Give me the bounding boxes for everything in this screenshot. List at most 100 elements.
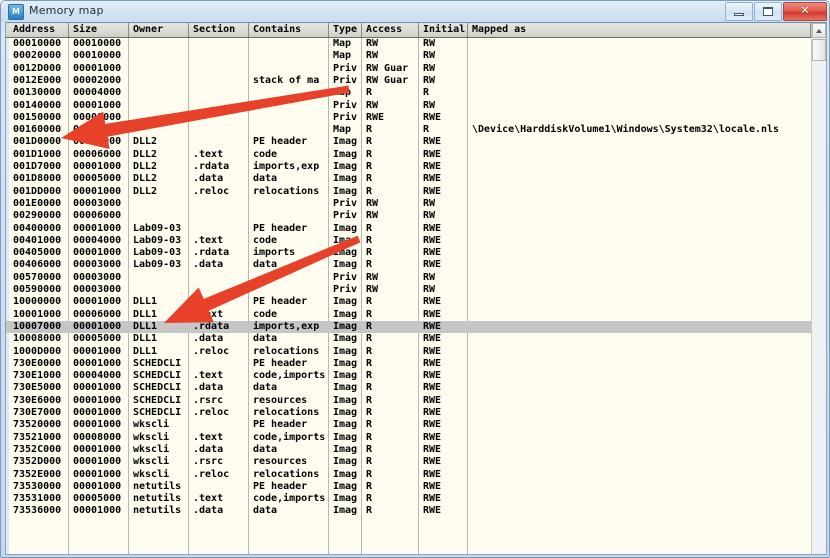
table-row[interactable]: 73531000 00005000 netutils .text code,import… [6,493,826,505]
table-row[interactable]: 00290000 00006000 Priv RW RW [6,210,826,222]
title-bar[interactable]: M Memory map ✕ [1,1,829,22]
cell-mapped [468,112,811,124]
cell-address: 0012E000 [13,74,62,86]
cell-mapped [468,358,811,370]
cell-size: 00001000 [73,357,122,369]
table-row[interactable]: 73520000 00001000 wkscli PE header Imag R RWE [6,419,826,431]
cell-access: RW [366,197,379,209]
table-row[interactable]: 0012D000 00001000 Priv RW Guar RW [6,63,826,75]
cell-owner [129,112,189,124]
cell-access: R [366,333,373,345]
table-row[interactable]: 00400000 00001000 Lab09-03 PE header Imag R RW… [6,223,826,235]
cell-contains: PE header [253,136,308,148]
table-row[interactable]: 00570000 00003000 Priv RW RW [6,272,826,284]
table-header-row[interactable]: Address Size Owner Section Contains Type Acces… [6,23,826,38]
cell-mapped [468,223,811,235]
table-row[interactable]: 730E7000 00001000 SCHEDCLI .reloc relocation… [6,407,826,419]
table-row[interactable]: 00160000 00001000 Map R R \Device\HarddiskVol… [6,124,826,136]
cell-section [189,272,249,284]
table-row[interactable]: 10001000 00006000 DLL1 .text code Imag R RWE [6,309,826,321]
cell-initial: RWE [423,394,442,406]
table-row[interactable]: 00590000 00003000 Priv RW RW [6,284,826,296]
vertical-scrollbar[interactable] [811,23,826,554]
cell-address: 00400000 [13,222,62,234]
cell-size: 00006000 [73,308,122,320]
table-row[interactable]: 73536000 00001000 netutils .data data Imag R RW… [6,505,826,517]
cell-initial: RW [423,62,436,74]
table-row[interactable]: 00150000 00001000 Priv RWE RWE [6,112,826,124]
close-button[interactable]: ✕ [783,2,827,21]
table-row[interactable]: 730E0000 00001000 SCHEDCLI PE header Imag R RW… [6,358,826,370]
cell-contains: imports,exp [253,161,320,172]
cell-contains: data [253,259,278,271]
table-row[interactable]: 10008000 00005000 DLL1 .data data Imag R RWE [6,333,826,345]
table-row[interactable]: 73530000 00001000 netutils PE header Imag R RW… [6,481,826,493]
cell-address: 730E7000 [13,407,62,418]
table-row[interactable]: 730E6000 00001000 SCHEDCLI .rsrc resources Im… [6,395,826,407]
cell-access: R [366,382,373,394]
cell-size: 00004000 [73,234,122,246]
table-row[interactable]: 00405000 00001000 Lab09-03 .rdata imports Ima… [6,247,826,259]
cell-size: 00001000 [73,505,122,517]
cell-size: 00001000 [73,345,122,357]
memory-map-table[interactable]: Address Size Owner Section Contains Type Acces… [6,23,826,554]
cell-contains: stack of ma [253,74,320,86]
cell-access: R [366,505,373,517]
cell-type: Imag [333,357,358,369]
table-row[interactable]: 001D7000 00001000 DLL2 .rdata imports,exp Ima… [6,161,826,173]
column-header-initial[interactable]: Initial [419,23,468,37]
cell-initial: RWE [423,333,442,345]
table-row[interactable]: 001DD000 00001000 DLL2 .reloc relocations Ima… [6,186,826,198]
table-row[interactable]: 00130000 00004000 Map R R [6,87,826,99]
cell-type: Imag [333,320,358,332]
cell-access: R [366,136,373,148]
scroll-thumb[interactable] [812,39,826,61]
table-row[interactable]: 7352D000 00001000 wkscli .rsrc resources Imag… [6,456,826,468]
column-header-owner[interactable]: Owner [129,23,189,37]
maximize-button[interactable] [754,2,782,21]
cell-type: Imag [333,259,358,271]
table-row[interactable]: 001D0000 00001000 DLL2 PE header Imag R RWE [6,136,826,148]
scroll-up-arrow-icon[interactable] [812,23,826,38]
cell-type: Priv [333,210,358,222]
table-row[interactable]: 001E0000 00003000 Priv RW RW [6,198,826,210]
column-header-size[interactable]: Size [69,23,129,37]
table-row[interactable]: 730E1000 00004000 SCHEDCLI .text code,import… [6,370,826,382]
table-row[interactable]: 001D8000 00005000 DLL2 .data data Imag R RWE [6,173,826,185]
table-row[interactable]: 00401000 00004000 Lab09-03 .text code Imag R RW… [6,235,826,247]
cell-access: RW [366,38,379,49]
cell-owner [129,50,189,62]
column-header-access[interactable]: Access [362,23,419,37]
cell-section [189,481,249,493]
table-row[interactable]: 0012E000 00002000 stack of ma Priv RW Guar RW [6,75,826,87]
table-row[interactable]: 10000000 00001000 DLL1 PE header Imag R RWE [6,296,826,308]
cell-access: RW Guar [366,74,409,86]
column-header-type[interactable]: Type [329,23,362,37]
table-row[interactable]: 00010000 00010000 Map RW RW [6,38,826,50]
column-header-contains[interactable]: Contains [249,23,329,37]
column-header-section[interactable]: Section [189,23,249,37]
table-row[interactable]: 00140000 00001000 Priv RW RW [6,100,826,112]
table-row[interactable]: 001D1000 00006000 DLL2 .text code Imag R RWE [6,149,826,161]
table-row[interactable]: 7352E000 00001000 wkscli .reloc relocations I… [6,469,826,481]
cell-size: 00001000 [73,161,122,172]
scroll-track[interactable] [812,62,826,554]
table-body[interactable]: 00010000 00010000 Map RW RW 00020000 00010000 M… [6,38,826,554]
cell-contains [249,124,329,136]
table-row[interactable]: 73521000 00008000 wkscli .text code,imports I… [6,432,826,444]
cell-contains: resources [253,394,308,406]
cell-initial: RWE [423,111,442,123]
cell-mapped [468,505,811,517]
table-row[interactable]: 730E5000 00001000 SCHEDCLI .data data Imag R RW… [6,382,826,394]
minimize-button[interactable] [725,2,753,21]
column-header-mapped[interactable]: Mapped as [468,23,811,37]
table-row[interactable]: 00020000 00010000 Map RW RW [6,50,826,62]
table-row[interactable]: 7352C000 00001000 wkscli .data data Imag R RWE [6,444,826,456]
table-row[interactable]: 10007000 00001000 DLL1 .rdata imports,exp Ima… [6,320,826,334]
cell-section [189,50,249,62]
column-header-address[interactable]: Address [9,23,69,37]
table-row[interactable]: 1000D000 00001000 DLL1 .reloc relocations Ima… [6,346,826,358]
table-row[interactable]: 00406000 00003000 Lab09-03 .data data Imag R RW… [6,259,826,271]
cell-owner [129,272,189,284]
cell-address: 73521000 [13,431,62,443]
